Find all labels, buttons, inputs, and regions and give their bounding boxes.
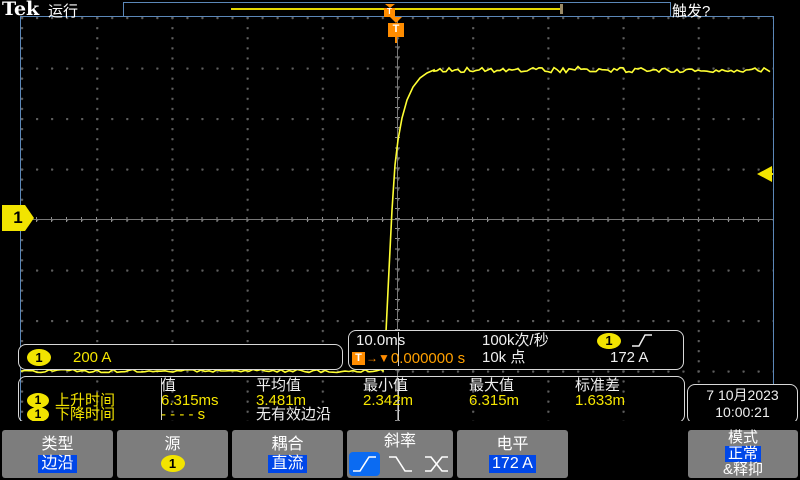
channel1-badge: 1 — [27, 349, 51, 366]
trigger-position-value: 0.000000 s — [391, 350, 465, 367]
mode-value: 正常 — [725, 446, 761, 462]
measurement-table: 值 平均值 最小值 最大值 标准差 1 上升时间 6.315ms 3.481m … — [18, 376, 685, 423]
sample-rate: 100k次/秒 — [482, 333, 549, 349]
mode-suffix: &释抑 — [723, 462, 763, 478]
tek-logo: Tek — [2, 0, 39, 20]
record-reference-tick — [560, 4, 563, 14]
col-header-min: 最小值 — [363, 378, 408, 393]
softkey-trigger-slope[interactable]: 斜率 — [347, 430, 453, 478]
falling-edge-icon[interactable] — [385, 452, 416, 476]
trigger-position-flag-icon: T — [352, 352, 365, 365]
rising-edge-icon[interactable] — [349, 452, 380, 476]
trigger-type-value: 边沿 — [38, 455, 76, 473]
record-waveform-extent — [231, 8, 563, 10]
trigger-position-arrow-icon: →▼ — [366, 351, 390, 365]
softkey-trigger-type[interactable]: 类型 边沿 — [2, 430, 113, 478]
measurement-row-name: 1 下降时间 — [27, 407, 115, 422]
acquisition-status: 运行 — [48, 0, 78, 21]
channel1-readout[interactable]: 1 200 A — [18, 344, 343, 370]
rise-time-max: 6.315m — [469, 393, 519, 408]
trigger-position-marker-icon[interactable]: T — [388, 17, 404, 43]
fall-time-status: 无有效边沿 — [256, 407, 331, 422]
trigger-level-value: 172 A — [610, 350, 648, 366]
trigger-level-arrow-tail — [770, 173, 773, 175]
record-length: 10k 点 — [482, 350, 525, 366]
rise-time-stdev: 1.633m — [575, 393, 625, 408]
datetime-box: 7 10月2023 10:00:21 — [687, 384, 798, 424]
col-header-max: 最大值 — [469, 378, 514, 393]
col-header-mean: 平均值 — [256, 378, 301, 393]
trigger-status: 触发? — [672, 0, 710, 21]
softkey-trigger-source[interactable]: 源 1 — [117, 430, 228, 478]
softkey-trigger-mode[interactable]: 模式 正常 &释抑 — [688, 430, 798, 478]
date-label: 7 10月2023 — [688, 387, 797, 404]
either-edge-icon[interactable] — [421, 452, 452, 476]
trigger-source-badge: 1 — [597, 333, 621, 349]
coupling-value: 直流 — [268, 455, 306, 473]
time-label: 10:00:21 — [688, 404, 797, 421]
col-header-stdev: 标准差 — [575, 378, 620, 393]
softkey-trigger-level[interactable]: 电平 172 A — [457, 430, 568, 478]
trigger-position-readout: T →▼ 0.000000 s — [352, 350, 465, 366]
oscilloscope-screen: { "status_bar": { "brand": "Tek", "acq_s… — [0, 0, 800, 480]
source-channel-badge: 1 — [161, 455, 185, 472]
softkey-menu: 类型 边沿 源 1 耦合 直流 斜率 — [0, 421, 800, 480]
fall-time-value: - - - - s — [161, 407, 205, 422]
col-header-value: 值 — [161, 378, 176, 393]
level-value: 172 A — [489, 455, 536, 473]
channel1-scale: 200 A — [73, 349, 111, 366]
rise-time-min: 2.342m — [363, 393, 413, 408]
trigger-slope-rising-icon — [631, 333, 653, 348]
trigger-readout: 10.0ms 100k次/秒 1 T →▼ 0.000000 s 10k 点 1… — [348, 330, 684, 370]
record-trigger-position-icon[interactable]: T — [384, 4, 395, 17]
horizontal-scale: 10.0ms — [356, 333, 405, 349]
channel1-badge: 1 — [27, 407, 49, 422]
softkey-trigger-coupling[interactable]: 耦合 直流 — [232, 430, 343, 478]
record-view-bar[interactable]: T — [123, 2, 671, 17]
channel1-badge: 1 — [27, 393, 49, 408]
